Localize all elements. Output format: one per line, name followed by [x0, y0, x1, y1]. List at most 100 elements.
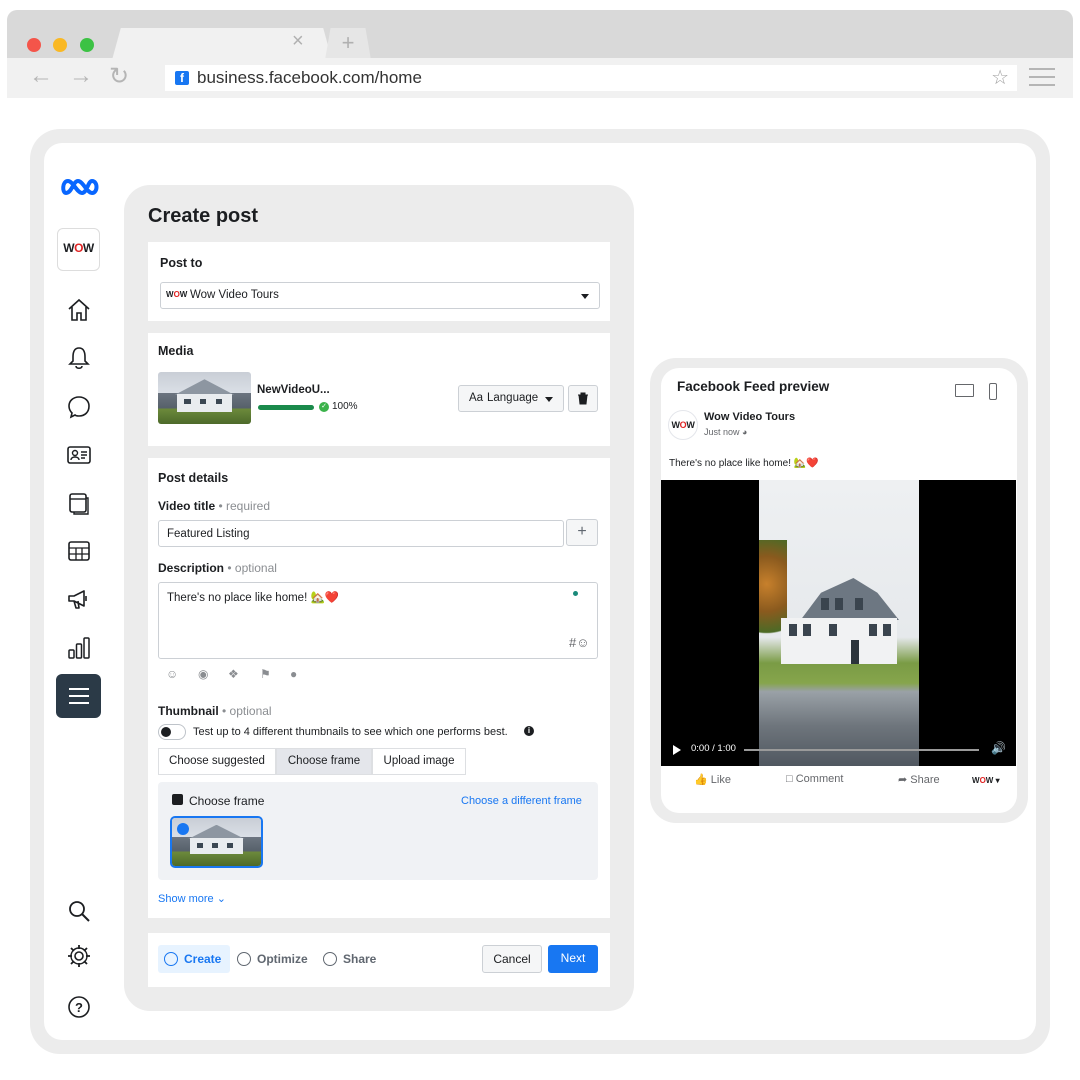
post-to-value: Wow Video Tours [190, 289, 279, 301]
like-button[interactable]: 👍 Like [694, 773, 731, 786]
frame-icon [172, 794, 183, 805]
step-share-label: Share [343, 952, 377, 966]
contacts-icon[interactable] [66, 442, 92, 468]
next-button[interactable]: Next [548, 945, 598, 973]
preview-timestamp-text: Just now [704, 427, 740, 437]
show-more-link[interactable]: Show more ⌄ [158, 892, 226, 905]
description-textarea[interactable]: There's no place like home! 🏡❤️ #☺ [158, 582, 598, 659]
video-thumbnail[interactable] [158, 372, 251, 424]
tab-choose-frame[interactable]: Choose frame [276, 748, 372, 775]
close-window-dot[interactable] [27, 38, 41, 52]
page-avatar-logo: WOW [63, 241, 94, 255]
delete-media-button[interactable] [568, 385, 598, 412]
partnership-icon[interactable]: ❖ [228, 667, 239, 681]
play-icon[interactable] [673, 745, 681, 755]
browser-menu-icon[interactable] [1029, 68, 1055, 92]
description-hint: • optional [227, 561, 277, 575]
video-title-label-text: Video title [158, 499, 216, 513]
share-label: Share [910, 774, 940, 786]
flag-icon[interactable]: ⚑ [260, 667, 271, 681]
share-button[interactable]: ➦ Share [898, 773, 940, 786]
preview-video[interactable]: 0:00 / 1:00 🔊 [661, 480, 1016, 766]
mobile-preview-icon[interactable] [989, 383, 997, 400]
thumbnail-test-text: Test up to 4 different thumbnails to see… [193, 726, 508, 738]
new-tab-button[interactable]: + [325, 28, 371, 60]
all-tools-icon[interactable] [56, 674, 101, 718]
language-prefix: Aa [469, 392, 484, 404]
add-title-button[interactable]: + [566, 519, 598, 546]
choose-frame-box: Choose frame Choose a different frame [158, 782, 598, 880]
url-text[interactable]: business.facebook.com/home [197, 68, 422, 88]
step-optimize[interactable]: Optimize [237, 945, 308, 973]
meta-logo-icon[interactable] [60, 175, 100, 204]
upload-progress-bar [258, 405, 314, 410]
choose-different-frame-link[interactable]: Choose a different frame [461, 795, 582, 807]
address-bar[interactable]: f business.facebook.com/home ☆ [165, 65, 1017, 91]
choose-frame-title: Choose frame [189, 794, 265, 808]
page-logo-icon: WOW [166, 290, 188, 299]
location-icon[interactable]: ◉ [198, 667, 208, 681]
page-avatar[interactable]: WOW [57, 228, 100, 271]
maximize-window-dot[interactable] [80, 38, 94, 52]
trash-icon [578, 392, 588, 405]
post-to-select[interactable]: WOW Wow Video Tours [160, 282, 600, 309]
share-icon: ➦ [898, 774, 908, 786]
volume-icon[interactable]: 🔊 [991, 741, 1006, 755]
page-switcher[interactable]: WOW ▾ [972, 776, 1000, 785]
ads-icon[interactable] [66, 586, 92, 612]
comment-label: Comment [795, 773, 844, 785]
check-icon: ✓ [319, 402, 329, 412]
info-icon[interactable]: i [524, 726, 534, 736]
notifications-icon[interactable] [66, 345, 92, 371]
home-icon[interactable] [66, 297, 92, 323]
comment-button[interactable]: □ Comment [786, 773, 843, 785]
language-button[interactable]: Aa Language [458, 385, 564, 412]
browser-toolbar: ← → ↻ f business.facebook.com/home ☆ [7, 58, 1073, 98]
facebook-favicon-icon: f [175, 71, 189, 85]
video-controls: 0:00 / 1:00 🔊 [661, 738, 1016, 762]
step-create[interactable]: Create [158, 945, 230, 973]
upload-percent: 100% [332, 401, 358, 412]
video-title-input[interactable]: Featured Listing [158, 520, 564, 547]
messenger-icon[interactable]: ● [290, 667, 297, 681]
messages-icon[interactable] [66, 394, 92, 420]
comment-icon: □ [786, 773, 793, 785]
cancel-button[interactable]: Cancel [482, 945, 542, 973]
preview-title: Facebook Feed preview [677, 379, 830, 394]
help-icon[interactable]: ? [66, 994, 92, 1020]
bookmark-star-icon[interactable]: ☆ [991, 65, 1009, 90]
preview-page-avatar: WOW [668, 410, 698, 440]
post-details-label: Post details [158, 471, 229, 485]
video-title-label: Video title • required [158, 499, 270, 513]
back-icon[interactable]: ← [29, 62, 53, 90]
post-to-label: Post to [160, 256, 203, 270]
step-create-icon [164, 952, 178, 966]
reload-icon[interactable]: ↻ [109, 62, 129, 91]
media-file-name: NewVideoU... [257, 384, 330, 396]
tab-close-icon[interactable]: × [292, 30, 304, 53]
emoji-icon[interactable]: ☺ [166, 667, 178, 681]
create-post-title: Create post [148, 205, 259, 227]
thumbnail-test-toggle[interactable] [158, 724, 186, 740]
minimize-window-dot[interactable] [53, 38, 67, 52]
show-more-text: Show more [158, 893, 214, 905]
content-icon[interactable] [66, 490, 92, 516]
tab-choose-suggested[interactable]: Choose suggested [158, 748, 276, 775]
forward-icon[interactable]: → [69, 62, 93, 90]
video-title-hint: • required [218, 499, 271, 513]
like-label: Like [710, 774, 731, 786]
step-share-icon [323, 952, 337, 966]
selected-check-icon [177, 823, 189, 835]
desktop-preview-icon[interactable] [955, 384, 974, 397]
tab-upload-image[interactable]: Upload image [372, 748, 466, 775]
selected-frame-thumbnail[interactable] [170, 816, 263, 868]
insights-icon[interactable] [66, 635, 92, 661]
media-label: Media [158, 344, 194, 358]
planner-icon[interactable] [66, 538, 92, 564]
video-scrubber[interactable] [744, 749, 979, 751]
post-footer-card: Create Optimize Share Cancel Next [148, 933, 610, 987]
settings-icon[interactable] [66, 943, 92, 969]
search-icon[interactable] [66, 898, 92, 924]
hashtag-emoji-icon[interactable]: #☺ [569, 635, 590, 650]
step-share[interactable]: Share [323, 945, 376, 973]
